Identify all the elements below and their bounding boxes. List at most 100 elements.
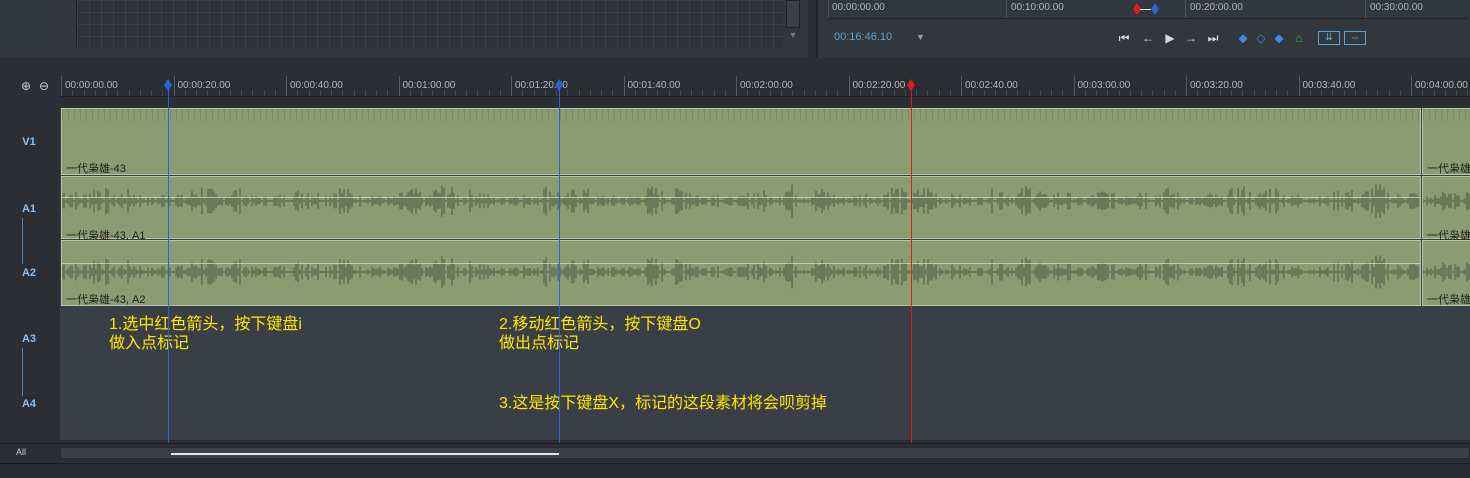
monitor-out-marker[interactable] — [1151, 3, 1159, 15]
ruler-minor-tick — [1084, 90, 1086, 96]
audio-clip-a1[interactable]: 一代枭雄-43, A1 — [61, 176, 1421, 242]
out-point-line[interactable] — [559, 84, 560, 462]
zoom-out-icon[interactable]: ⊖ — [39, 79, 51, 93]
ruler-minor-tick — [1028, 90, 1030, 96]
audio-clip-a1[interactable]: 一代枭雄 — [1422, 176, 1470, 242]
ruler-minor-tick — [1231, 90, 1232, 96]
ruler-minor-tick — [331, 90, 332, 96]
play-icon[interactable]: ▶ — [1162, 30, 1178, 46]
track-header-a2[interactable]: A2 — [0, 267, 58, 279]
ruler-minor-tick — [106, 90, 107, 96]
ruler-minor-tick — [1174, 90, 1176, 96]
ruler-minor-tick — [724, 90, 726, 96]
monitor-range-line — [1140, 9, 1151, 10]
ruler-minor-tick — [387, 90, 389, 96]
ruler-minor-tick — [769, 90, 771, 96]
ruler-minor-tick — [567, 90, 569, 96]
snapshot-icon[interactable]: ⌂ — [1292, 30, 1306, 46]
ruler-minor-tick — [668, 90, 670, 96]
ruler-minor-tick — [1006, 90, 1007, 96]
ruler-minor-tick — [1152, 90, 1154, 96]
go-to-end-icon[interactable]: ⏭ — [1205, 30, 1221, 46]
ruler-minor-tick — [162, 90, 164, 96]
mark-out-icon[interactable]: ◆ — [1272, 30, 1286, 46]
go-to-start-icon[interactable]: ⏮ — [1116, 30, 1132, 46]
video-clip[interactable]: 一代枭雄 — [1422, 108, 1470, 175]
ruler-minor-tick — [1377, 90, 1379, 96]
track-header-v1[interactable]: V1 — [0, 136, 58, 148]
track-header-a4[interactable]: A4 — [0, 398, 58, 410]
audio-clip-a2[interactable]: 一代枭雄 — [1422, 240, 1470, 306]
all-tracks-label: All — [16, 447, 27, 457]
monitor-panel: 00:00:00.00 00:10:00.00 00:20:00.00 00:3… — [816, 0, 1470, 59]
bin-grid — [76, 0, 783, 48]
ruler-minor-tick — [1051, 90, 1052, 96]
mark-in-icon[interactable]: ◆ — [1236, 30, 1250, 46]
ruler-minor-tick — [1354, 90, 1356, 96]
monitor-ruler-label: 00:10:00.00 — [1011, 2, 1064, 13]
step-forward-icon[interactable]: → — [1183, 30, 1199, 46]
video-clip[interactable]: 一代枭雄-43 — [61, 108, 1421, 175]
ruler-major-tick — [1411, 76, 1412, 96]
ruler-minor-tick — [871, 90, 872, 96]
ruler-minor-tick — [679, 90, 681, 96]
monitor-ruler-label: 00:20:00.00 — [1190, 2, 1243, 13]
ruler-major-tick — [848, 76, 850, 96]
marker-icon[interactable]: ◇ — [1254, 30, 1268, 46]
ruler-minor-tick — [241, 90, 242, 96]
step-back-icon[interactable]: ← — [1140, 30, 1156, 46]
ruler-minor-tick — [1118, 90, 1120, 96]
ruler-minor-tick — [466, 90, 467, 96]
ruler-minor-tick — [601, 90, 602, 96]
ruler-minor-tick — [443, 90, 445, 96]
annotation-cut: 3.这是按下键盘X，标记的这段素材将会呗剪掉 — [499, 395, 828, 412]
ruler-minor-tick — [533, 90, 535, 96]
zoom-in-icon[interactable]: ⊕ — [21, 79, 33, 93]
ruler-major-tick — [286, 76, 287, 96]
ruler-minor-tick — [781, 90, 782, 96]
ruler-minor-tick — [72, 90, 74, 96]
audio-clip-a2[interactable]: 一代枭雄-43, A2 — [61, 240, 1421, 306]
ruler-minor-tick — [1467, 90, 1469, 96]
audio-waveform — [1423, 191, 1470, 211]
track-header-a1[interactable]: A1 — [0, 203, 58, 215]
volume-line[interactable] — [62, 197, 1420, 198]
ruler-minor-tick — [916, 90, 917, 96]
panel-separator[interactable] — [0, 58, 1470, 76]
clip-label: 一代枭雄-43 — [66, 163, 126, 175]
volume-line[interactable] — [62, 263, 1420, 264]
ruler-minor-tick — [83, 90, 85, 96]
ruler-minor-tick — [882, 90, 884, 96]
ruler-major-tick — [61, 76, 62, 96]
insert-icon[interactable]: ⇊ — [1318, 31, 1340, 45]
timeline-scrollbar[interactable] — [60, 447, 1470, 459]
ruler-minor-tick — [353, 90, 355, 96]
scroll-down-icon[interactable]: ▼ — [786, 30, 800, 40]
ruler-minor-tick — [1197, 90, 1199, 96]
clip-thumbnail-strip — [62, 109, 1420, 121]
timeline-tracks[interactable]: 一代枭雄-43 一代枭雄 一代枭雄-43, A1 一代枭雄 一代枭雄-43, A… — [60, 108, 1470, 440]
timecode-dropdown-icon[interactable]: ▼ — [916, 32, 925, 42]
timeline-ruler[interactable]: 00:00:00.00 00:00:20.00 00:00:40.00 00:01:0… — [60, 76, 1470, 97]
ruler-minor-tick — [477, 90, 479, 96]
ruler-major-tick — [1298, 76, 1300, 96]
in-point-line[interactable] — [168, 84, 169, 462]
playhead-line[interactable] — [911, 84, 912, 462]
bin-scrollbar[interactable] — [786, 0, 800, 28]
ruler-minor-tick — [1343, 90, 1345, 96]
ruler-minor-tick — [1444, 90, 1446, 96]
monitor-ruler[interactable]: 00:00:00.00 00:10:00.00 00:20:00.00 00:3… — [828, 0, 1468, 19]
ruler-minor-tick — [1332, 90, 1334, 96]
ruler-minor-tick — [1321, 90, 1322, 96]
ruler-minor-tick — [893, 90, 895, 96]
ruler-minor-tick — [499, 90, 501, 96]
ruler-minor-tick — [634, 90, 636, 96]
ruler-major-tick — [961, 76, 962, 96]
ruler-minor-tick — [263, 90, 265, 96]
overwrite-icon[interactable]: ⇔ — [1344, 31, 1366, 45]
timecode-display[interactable]: 00:16:46.10 — [834, 31, 892, 43]
track-header-a3[interactable]: A3 — [0, 333, 58, 345]
ruler-minor-tick — [544, 90, 546, 96]
ruler-minor-tick — [1017, 90, 1019, 96]
ruler-minor-tick — [488, 90, 490, 96]
